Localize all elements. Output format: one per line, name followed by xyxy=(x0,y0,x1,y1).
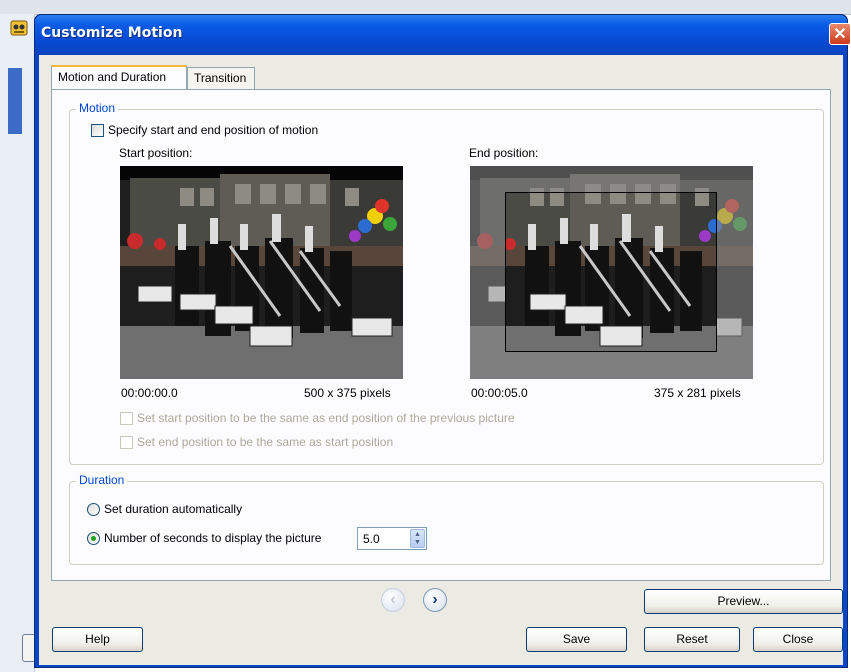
background-sidebar xyxy=(0,14,35,672)
end-crop-rectangle[interactable] xyxy=(505,192,717,352)
start-size: 500 x 375 pixels xyxy=(304,386,391,400)
end-position-image xyxy=(470,166,753,379)
spinner-arrows[interactable]: ▲ ▼ xyxy=(410,529,425,548)
spin-down-icon[interactable]: ▼ xyxy=(414,539,421,547)
tab-panel: Motion Specify start and end position of… xyxy=(51,89,831,581)
save-button[interactable]: Save xyxy=(526,627,627,652)
start-position-label: Start position: xyxy=(119,146,193,160)
title-bar[interactable]: Customize Motion ✕ xyxy=(35,15,851,55)
duration-group-title: Duration xyxy=(76,473,128,487)
next-picture-icon[interactable]: › xyxy=(423,588,447,612)
same-as-start-checkbox[interactable] xyxy=(120,436,133,449)
close-icon[interactable]: ✕ xyxy=(829,23,851,45)
duration-auto-radio[interactable] xyxy=(87,503,100,516)
help-button[interactable]: Help xyxy=(52,627,143,652)
same-as-prev-label: Set start position to be the same as end… xyxy=(137,411,515,425)
seconds-value: 5.0 xyxy=(363,532,380,546)
dialog-client-area: Motion and Duration Transition Motion Sp… xyxy=(39,55,843,665)
background-selection xyxy=(8,68,22,134)
start-position-image xyxy=(120,166,403,379)
dialog-title: Customize Motion xyxy=(41,25,183,41)
end-position-label: End position: xyxy=(469,146,539,160)
seconds-spinner[interactable]: 5.0 ▲ ▼ xyxy=(357,527,427,550)
close-button[interactable]: Close xyxy=(753,627,843,652)
spin-up-icon[interactable]: ▲ xyxy=(414,531,421,539)
start-time: 00:00:00.0 xyxy=(121,386,178,400)
motion-group-title: Motion xyxy=(76,101,119,115)
specify-motion-checkbox[interactable] xyxy=(91,124,104,137)
preview-button[interactable]: Preview... xyxy=(644,589,843,614)
duration-group: Duration Set duration automatically Numb… xyxy=(69,473,824,565)
previous-picture-icon[interactable]: ‹ xyxy=(381,588,405,612)
reset-button[interactable]: Reset xyxy=(644,627,740,652)
end-size: 375 x 281 pixels xyxy=(654,386,741,400)
duration-seconds-radio[interactable] xyxy=(87,532,100,545)
specify-motion-label: Specify start and end position of motion xyxy=(108,123,319,137)
background-toolbar xyxy=(0,0,851,15)
radio-selected-dot xyxy=(91,536,96,541)
duration-auto-label: Set duration automatically xyxy=(104,502,243,516)
same-as-start-label: Set end position to be the same as start… xyxy=(137,435,394,449)
customize-motion-dialog: Customize Motion ✕ Motion and Duration T… xyxy=(34,14,851,668)
duration-seconds-label: Number of seconds to display the picture xyxy=(104,531,322,545)
motion-group: Motion Specify start and end position of… xyxy=(69,101,824,465)
tab-transition[interactable]: Transition xyxy=(187,67,255,89)
end-time: 00:00:05.0 xyxy=(471,386,528,400)
app-icon xyxy=(10,20,28,36)
same-as-prev-checkbox[interactable] xyxy=(120,412,133,425)
tab-motion-and-duration[interactable]: Motion and Duration xyxy=(51,65,187,89)
